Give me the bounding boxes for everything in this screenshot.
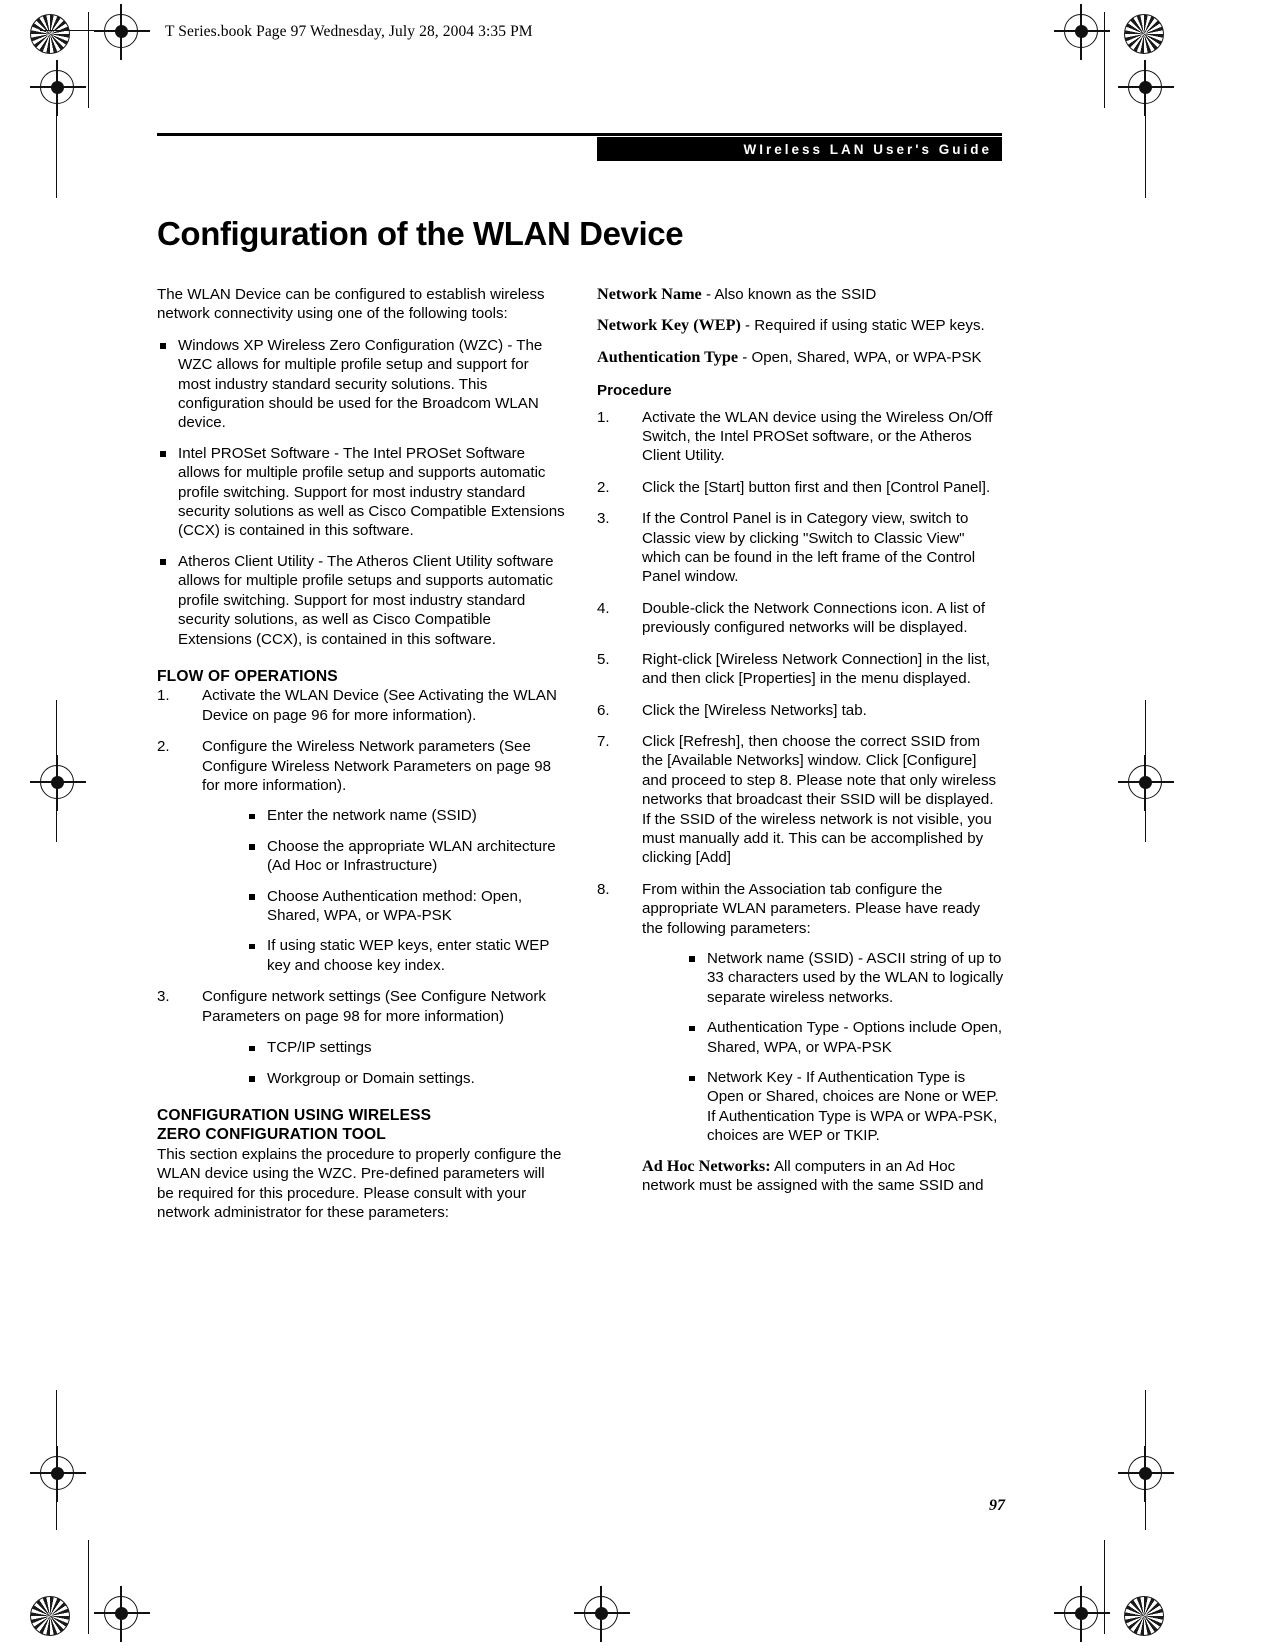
ad-hoc-networks-note: Ad Hoc Networks: All computers in an Ad … [642, 1157, 1005, 1196]
list-item: Network name (SSID) - ASCII string of up… [686, 949, 1005, 1007]
trim-line-left-middle [56, 700, 58, 842]
step-text: Configure network settings (See Configur… [202, 988, 546, 1025]
step-text: Click [Refresh], then choose the correct… [642, 732, 997, 867]
list-item: If using static WEP keys, enter static W… [246, 936, 565, 975]
list-item: Authentication Type - Options include Op… [686, 1018, 1005, 1057]
list-item: 1. Activate the WLAN device using the Wi… [597, 408, 1005, 466]
step2-sub-bullets: Enter the network name (SSID) Choose the… [246, 806, 565, 975]
list-item: 2. Configure the Wireless Network parame… [157, 737, 565, 975]
section-banner: WIreless LAN User's Guide [597, 137, 1002, 161]
page-title: Configuration of the WLAN Device [157, 215, 684, 253]
list-item: 7. Click [Refresh], then choose the corr… [597, 732, 1005, 868]
definition-term: Authentication Type [597, 347, 739, 366]
step-number: 4. [597, 599, 610, 617]
list-item: 8. From within the Association tab confi… [597, 880, 1005, 1196]
tool-bullet-list: Windows XP Wireless Zero Configuration (… [157, 336, 565, 649]
trim-line-bottom-right [1104, 1540, 1106, 1634]
step-number: 8. [597, 880, 610, 898]
trim-line-right-lower [1145, 1390, 1147, 1530]
registration-mark-bottom-left [94, 1586, 150, 1642]
left-column: The WLAN Device can be configured to est… [157, 285, 565, 1235]
step-number: 3. [597, 510, 610, 528]
step-number: 6. [597, 701, 610, 719]
step3-sub-bullets: TCP/IP settings Workgroup or Domain sett… [246, 1038, 565, 1088]
trim-line-right-middle [1145, 700, 1147, 842]
step-text: Configure the Wireless Network parameter… [202, 738, 551, 795]
document-page: T Series.book Page 97 Wednesday, July 28… [0, 0, 1263, 1650]
registration-mark-bottom-center [574, 1586, 630, 1642]
list-item: Choose Authentication method: Open, Shar… [246, 887, 565, 926]
step-number: 7. [597, 732, 610, 750]
definition-term: Network Key (WEP) [597, 316, 741, 335]
list-item: 1. Activate the WLAN Device (See Activat… [157, 686, 565, 725]
starburst-mark-bottom-left [30, 1596, 70, 1636]
wzc-paragraph: This section explains the procedure to p… [157, 1145, 562, 1222]
banner-rule [157, 133, 1002, 136]
trim-line-left-lower [56, 1390, 58, 1530]
list-item: 6. Click the [Wireless Networks] tab. [597, 701, 1005, 720]
list-item: Windows XP Wireless Zero Configuration (… [157, 336, 565, 433]
step-number: 2. [157, 738, 170, 756]
step-text: Double-click the Network Connections ico… [642, 599, 986, 637]
list-item: Choose the appropriate WLAN architecture… [246, 837, 565, 876]
definition-network-name: Network Name - Also known as the SSID [597, 285, 1005, 304]
list-item: Network Key - If Authentication Type is … [686, 1068, 1005, 1146]
list-item: Atheros Client Utility - The Atheros Cli… [157, 552, 565, 649]
step-number: 1. [157, 687, 170, 705]
right-column: Network Name - Also known as the SSID Ne… [597, 285, 1005, 1207]
step-text: Right-click [Wireless Network Connection… [642, 650, 991, 688]
heading-wzc-line2: ZERO CONFIGURATION TOOL [157, 1126, 386, 1144]
step-text: Click the [Wireless Networks] tab. [642, 701, 867, 719]
heading-wzc-line1: CONFIGURATION USING WIRELESS [157, 1106, 432, 1124]
definition-network-key: Network Key (WEP) - Required if using st… [597, 316, 1005, 335]
step-text: Activate the WLAN Device (See Activating… [202, 687, 557, 724]
step-text: From within the Association tab configur… [642, 880, 981, 937]
running-head: T Series.book Page 97 Wednesday, July 28… [165, 23, 533, 40]
step-text: Click the [Start] button first and then … [642, 478, 991, 496]
list-item: Intel PROSet Software - The Intel PROSet… [157, 444, 565, 541]
intro-paragraph: The WLAN Device can be configured to est… [157, 286, 545, 323]
trim-line-bottom-left [88, 1540, 90, 1634]
trim-line-top-hairline [40, 30, 140, 32]
registration-mark-top-right [1054, 4, 1110, 60]
flow-of-operations-steps: 1. Activate the WLAN Device (See Activat… [157, 686, 565, 1088]
page-number: 97 [989, 1497, 1005, 1514]
starburst-mark-bottom-right [1124, 1596, 1164, 1636]
list-item: TCP/IP settings [246, 1038, 565, 1057]
registration-mark-bottom-right [1054, 1586, 1110, 1642]
definition-authentication-type: Authentication Type - Open, Shared, WPA,… [597, 348, 1005, 367]
heading-flow-of-operations: FLOW OF OPERATIONS [157, 667, 338, 685]
trim-line-right-upper [1145, 78, 1147, 198]
trim-line-top-left [88, 12, 90, 108]
definition-term: Network Name [597, 285, 702, 303]
list-item: 4. Double-click the Network Connections … [597, 599, 1005, 638]
starburst-mark-top-right [1124, 14, 1164, 54]
step8-sub-bullets: Network name (SSID) - ASCII string of up… [686, 949, 1005, 1146]
definition-text: - Required if using static WEP keys. [740, 317, 985, 335]
step-number: 5. [597, 650, 610, 668]
trim-line-left-upper [56, 78, 58, 198]
step-number: 1. [597, 408, 610, 426]
note-term: Ad Hoc Networks: [642, 1156, 771, 1175]
list-item: 5. Right-click [Wireless Network Connect… [597, 650, 1005, 689]
list-item: Workgroup or Domain settings. [246, 1069, 565, 1088]
definition-text: - Also known as the SSID [701, 286, 877, 303]
step-number: 2. [597, 478, 610, 496]
definition-text: - Open, Shared, WPA, or WPA-PSK [738, 348, 982, 366]
step-text: Activate the WLAN device using the Wirel… [642, 408, 993, 465]
list-item: 3. Configure network settings (See Confi… [157, 987, 565, 1088]
list-item: Enter the network name (SSID) [246, 806, 565, 825]
procedure-steps: 1. Activate the WLAN device using the Wi… [597, 408, 1005, 1196]
list-item: 3. If the Control Panel is in Category v… [597, 509, 1005, 587]
starburst-mark-top-left [30, 14, 70, 54]
list-item: 2. Click the [Start] button first and th… [597, 478, 1005, 497]
trim-line-top-right [1104, 12, 1106, 108]
step-text: If the Control Panel is in Category view… [642, 510, 976, 586]
step-number: 3. [157, 988, 170, 1006]
heading-procedure: Procedure [597, 382, 672, 400]
